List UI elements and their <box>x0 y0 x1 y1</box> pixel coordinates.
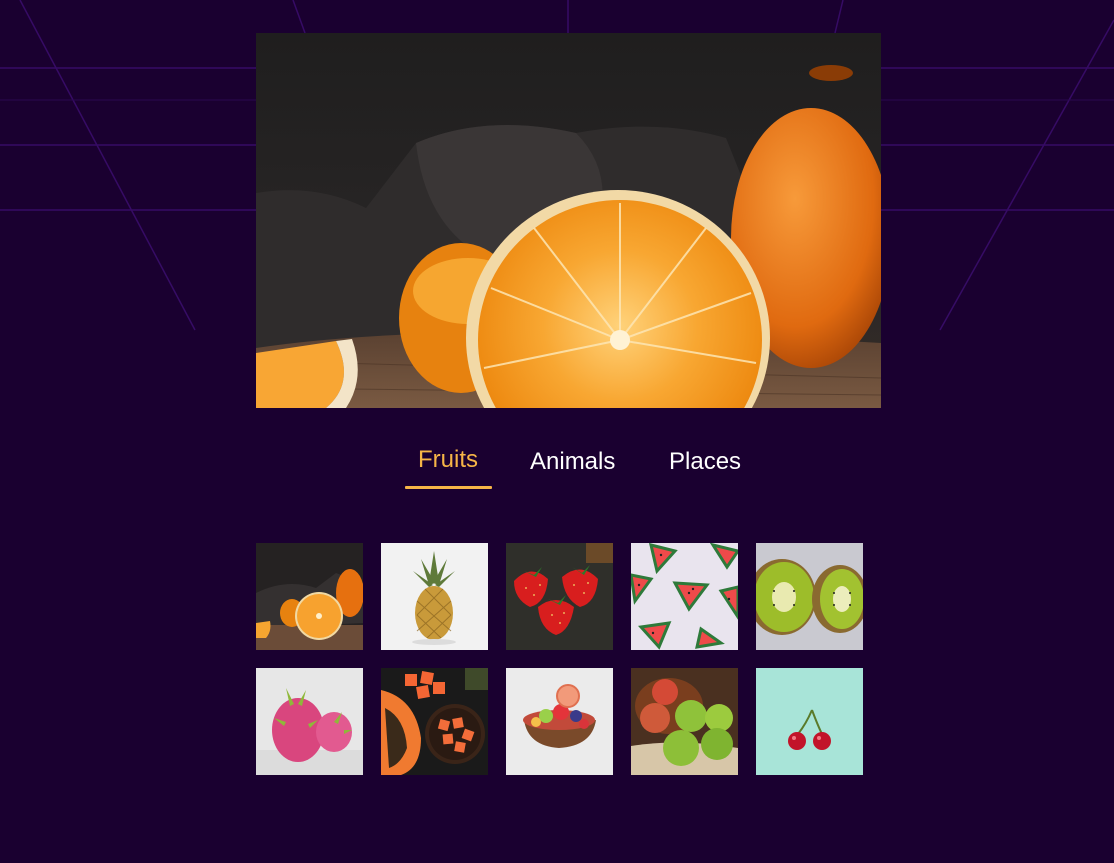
oranges-thumbnail-icon <box>256 543 363 650</box>
active-tab-indicator <box>405 486 492 489</box>
thumbnail-watermelon[interactable] <box>631 543 738 650</box>
tab-animals[interactable]: Animals <box>530 448 615 476</box>
strawberries-thumbnail-icon <box>506 543 613 650</box>
thumbnail-dragon-fruit[interactable] <box>256 668 363 775</box>
pineapple-thumbnail-icon <box>381 543 488 650</box>
thumbnail-oranges[interactable] <box>256 543 363 650</box>
tab-places[interactable]: Places <box>669 448 741 476</box>
fruit-bowl-thumbnail-icon <box>506 668 613 775</box>
thumbnail-cherries[interactable] <box>756 668 863 775</box>
hero-image <box>256 33 881 408</box>
apples-thumbnail-icon <box>631 668 738 775</box>
gallery-page: Fruits Animals Places <box>0 0 1114 863</box>
watermelon-thumbnail-icon <box>631 543 738 650</box>
thumbnail-grid <box>256 543 863 775</box>
category-tabs: Fruits Animals Places <box>0 440 1114 500</box>
papaya-thumbnail-icon <box>381 668 488 775</box>
thumbnail-strawberries[interactable] <box>506 543 613 650</box>
kiwi-thumbnail-icon <box>756 543 863 650</box>
thumbnail-papaya[interactable] <box>381 668 488 775</box>
thumbnail-kiwi[interactable] <box>756 543 863 650</box>
cherries-thumbnail-icon <box>756 668 863 775</box>
tab-fruits[interactable]: Fruits <box>418 446 478 474</box>
orange-photo-icon <box>256 33 881 408</box>
thumbnail-pineapple[interactable] <box>381 543 488 650</box>
thumbnail-fruit-bowl[interactable] <box>506 668 613 775</box>
dragon-fruit-thumbnail-icon <box>256 668 363 775</box>
thumbnail-apples[interactable] <box>631 668 738 775</box>
